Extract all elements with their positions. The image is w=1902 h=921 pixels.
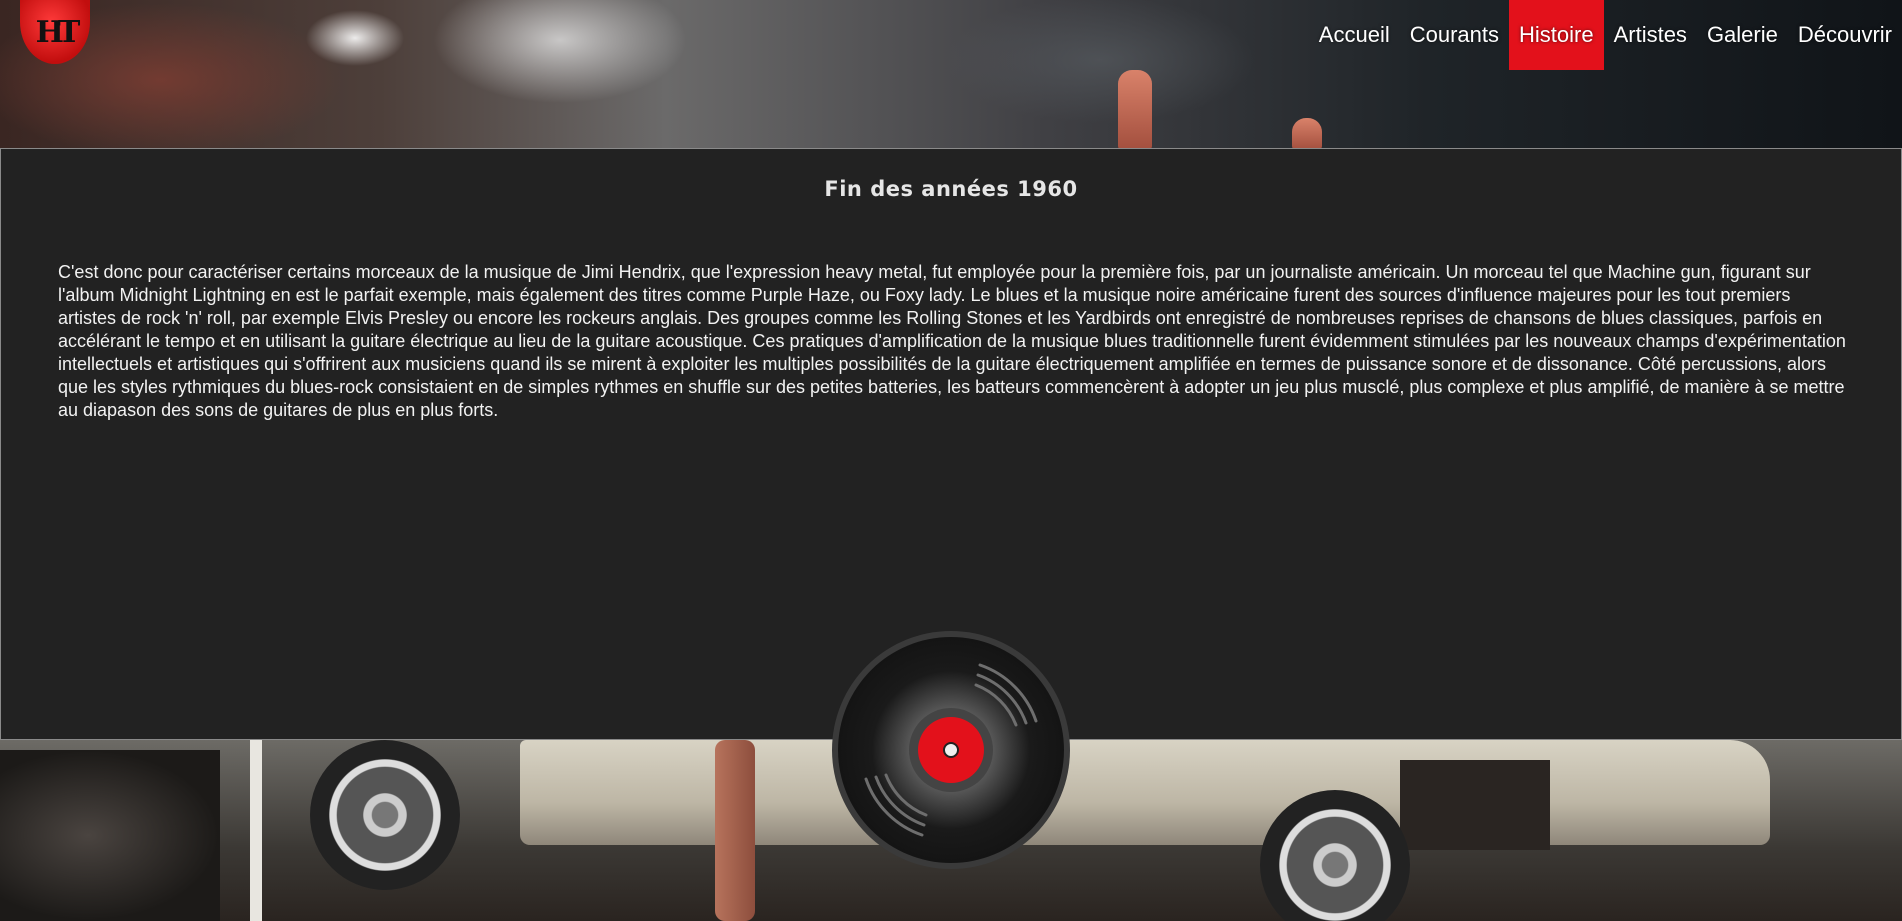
background-car bbox=[520, 740, 1770, 845]
nav-item-courants[interactable]: Courants bbox=[1400, 0, 1509, 70]
site-logo[interactable]: HT bbox=[20, 0, 90, 64]
nav-item-histoire[interactable]: Histoire bbox=[1509, 0, 1604, 70]
background-person-leg bbox=[715, 740, 755, 921]
nav-item-accueil[interactable]: Accueil bbox=[1309, 0, 1400, 70]
background-hand bbox=[1292, 118, 1322, 150]
background-car-wheel bbox=[310, 740, 460, 890]
background-car-door bbox=[1400, 760, 1550, 850]
page: HT Accueil Courants Histoire Artistes Ga… bbox=[0, 0, 1902, 921]
background-pole bbox=[250, 740, 262, 921]
main-nav: Accueil Courants Histoire Artistes Galer… bbox=[1309, 0, 1902, 70]
vinyl-record-icon bbox=[832, 631, 1070, 869]
nav-item-galerie[interactable]: Galerie bbox=[1697, 0, 1788, 70]
article-body: C'est donc pour caractériser certains mo… bbox=[58, 262, 1846, 420]
logo-text: HT bbox=[35, 14, 81, 50]
nav-item-decouvrir[interactable]: Découvrir bbox=[1788, 0, 1902, 70]
article-title: Fin des années 1960 bbox=[824, 177, 1078, 201]
nav-item-artistes[interactable]: Artistes bbox=[1604, 0, 1697, 70]
site-header: HT Accueil Courants Histoire Artistes Ga… bbox=[0, 0, 1902, 72]
background-hand bbox=[1118, 70, 1152, 150]
article-panel: Fin des années 1960 C'est donc pour cara… bbox=[0, 148, 1902, 869]
background-clutter bbox=[0, 750, 220, 921]
